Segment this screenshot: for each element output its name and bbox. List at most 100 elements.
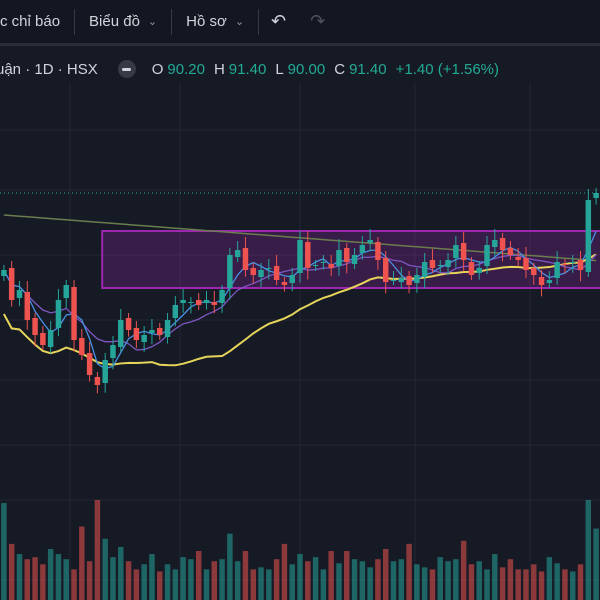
candle-body xyxy=(577,260,584,270)
candle-body xyxy=(585,200,592,272)
volume-bar xyxy=(344,551,350,600)
candle-body xyxy=(242,248,249,270)
candle-body xyxy=(258,270,264,277)
candle-body xyxy=(421,262,428,277)
volume-bar xyxy=(468,564,475,600)
hide-series-button[interactable] xyxy=(117,60,136,78)
candle-body xyxy=(79,338,85,355)
open-label: O xyxy=(151,60,164,78)
volume-bar xyxy=(577,564,584,600)
volume-bar xyxy=(328,551,334,600)
close-label: C xyxy=(334,60,346,78)
profile-dropdown[interactable]: Hồ sơ ⌄ xyxy=(172,0,258,43)
volume-bar xyxy=(133,569,140,600)
volume-bar xyxy=(227,533,233,600)
volume-bar xyxy=(180,557,186,600)
low-label: L xyxy=(275,60,284,78)
volume-bar xyxy=(266,569,272,600)
candle-body xyxy=(499,238,506,250)
candle-body xyxy=(460,243,467,260)
candle-body xyxy=(273,266,280,280)
volume-bar xyxy=(375,559,381,600)
candle-body xyxy=(47,330,54,347)
low-value: 90.00 xyxy=(287,60,326,78)
candle-body xyxy=(538,277,545,285)
top-toolbar: c chỉ báo Biểu đồ ⌄ Hồ sơ ⌄ ↶ ↷ xyxy=(0,0,600,46)
volume-bar xyxy=(234,561,241,600)
volume-bar xyxy=(593,528,599,600)
volume-bar xyxy=(203,569,210,600)
volume-bar xyxy=(390,561,397,600)
volume-bar xyxy=(242,551,249,600)
indicators-label: c chỉ báo xyxy=(0,13,61,30)
volume-bar xyxy=(484,569,490,600)
candle-body xyxy=(125,318,132,330)
candle-body xyxy=(382,258,389,282)
volume-bar xyxy=(164,564,171,600)
volume-bar xyxy=(312,557,319,600)
candle-body xyxy=(546,280,553,283)
volume-bar xyxy=(406,543,412,600)
candle-body xyxy=(336,250,342,266)
candle-body xyxy=(593,193,599,198)
candle-body xyxy=(63,285,69,298)
candle-body xyxy=(453,245,459,258)
volume-bar xyxy=(219,559,225,600)
candle-body xyxy=(289,275,295,283)
candle-body xyxy=(320,262,327,263)
candle-body xyxy=(86,353,93,375)
candle-body xyxy=(250,268,256,275)
candle-body xyxy=(110,345,116,358)
volume-bar xyxy=(258,567,264,600)
candle-body xyxy=(211,302,218,305)
symbol-title[interactable]: uận · 1D · HSX xyxy=(0,61,98,78)
volume-bar xyxy=(79,526,85,600)
candle-body xyxy=(149,330,155,333)
profile-label: Hồ sơ xyxy=(186,13,227,30)
candle-body xyxy=(219,290,225,303)
candle-body xyxy=(164,320,171,337)
volume-bar xyxy=(546,557,553,600)
candle-body xyxy=(437,265,443,266)
volume-bar xyxy=(102,538,108,600)
volume-bar xyxy=(110,557,116,600)
volume-bar xyxy=(562,569,568,600)
high-label: H xyxy=(213,60,225,78)
candle-body xyxy=(367,240,373,243)
candle-body xyxy=(344,248,350,262)
candle-body xyxy=(484,245,490,266)
candle-body xyxy=(195,300,202,305)
candle-body xyxy=(406,276,412,285)
candle-body xyxy=(570,262,576,263)
volume-bar xyxy=(367,567,373,600)
volume-bar xyxy=(172,569,179,600)
candle-body xyxy=(234,250,241,257)
volume-bar xyxy=(195,551,202,600)
candle-body xyxy=(94,377,101,385)
candle-body xyxy=(351,255,358,264)
candle-body xyxy=(8,268,15,300)
candle-body xyxy=(507,248,514,255)
volume-bar xyxy=(63,559,69,600)
chart-type-dropdown[interactable]: Biểu đồ ⌄ xyxy=(75,0,171,43)
volume-bar xyxy=(40,564,46,600)
candle-body xyxy=(562,264,568,265)
candle-body xyxy=(328,264,334,268)
volume-bar xyxy=(585,500,592,600)
candle-body xyxy=(102,360,108,383)
redo-icon[interactable]: ↷ xyxy=(298,11,337,32)
candle-body xyxy=(445,260,451,267)
volume-bar xyxy=(538,571,545,600)
undo-icon[interactable]: ↶ xyxy=(259,11,298,32)
volume-bar xyxy=(71,569,77,600)
indicators-button[interactable]: c chỉ báo xyxy=(0,0,74,43)
candle-body xyxy=(414,275,420,283)
volume-bar xyxy=(437,557,443,600)
volume-bar xyxy=(414,564,420,600)
volume-bar xyxy=(492,554,498,600)
price-chart[interactable] xyxy=(0,82,600,600)
volume-bar xyxy=(141,564,147,600)
change-value: +1.40 (+1.56%) xyxy=(395,60,500,78)
volume-bar xyxy=(157,571,163,600)
candle-body xyxy=(203,300,210,303)
